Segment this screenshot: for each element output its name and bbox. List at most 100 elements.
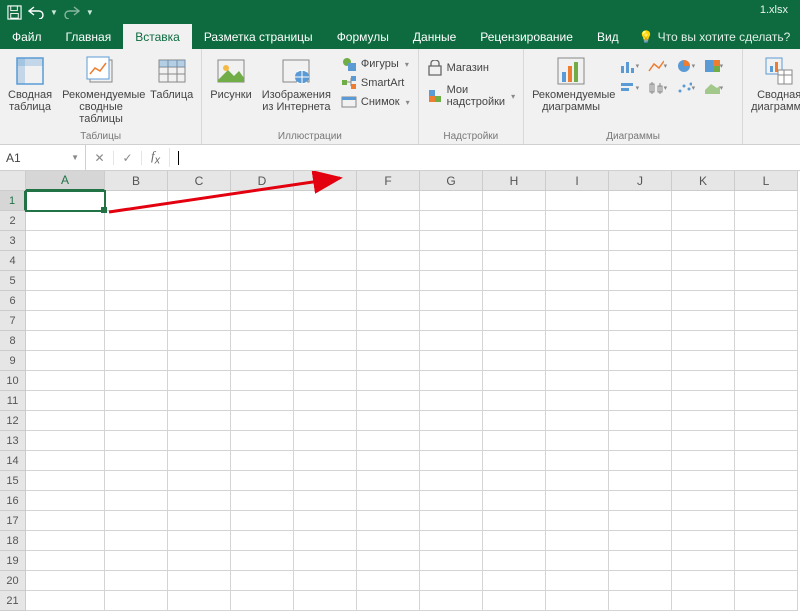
cell[interactable] xyxy=(231,371,294,391)
cell[interactable] xyxy=(609,251,672,271)
cell[interactable] xyxy=(546,471,609,491)
cell[interactable] xyxy=(609,491,672,511)
cell[interactable] xyxy=(105,291,168,311)
cell[interactable] xyxy=(546,491,609,511)
cell[interactable] xyxy=(105,511,168,531)
column-header[interactable]: I xyxy=(546,171,609,191)
cell[interactable] xyxy=(168,411,231,431)
cell[interactable] xyxy=(357,251,420,271)
cell[interactable] xyxy=(357,491,420,511)
cell[interactable] xyxy=(609,291,672,311)
cell[interactable] xyxy=(483,311,546,331)
surface-chart-button[interactable]: ▾ xyxy=(702,79,724,97)
row-header[interactable]: 16 xyxy=(0,491,26,511)
cell[interactable] xyxy=(609,211,672,231)
column-header[interactable]: J xyxy=(609,171,672,191)
cell[interactable] xyxy=(546,511,609,531)
cell[interactable] xyxy=(609,411,672,431)
cell[interactable] xyxy=(294,551,357,571)
cell[interactable] xyxy=(735,551,798,571)
cell[interactable] xyxy=(294,211,357,231)
cell[interactable] xyxy=(357,311,420,331)
cell[interactable] xyxy=(105,191,168,211)
cell[interactable] xyxy=(420,331,483,351)
cell[interactable] xyxy=(546,411,609,431)
cell[interactable] xyxy=(105,531,168,551)
cell[interactable] xyxy=(105,211,168,231)
cell[interactable] xyxy=(105,271,168,291)
scatter-chart-button[interactable]: ▾ xyxy=(674,79,696,97)
cell[interactable] xyxy=(483,411,546,431)
cell[interactable] xyxy=(672,391,735,411)
cell[interactable] xyxy=(420,191,483,211)
cell[interactable] xyxy=(105,371,168,391)
row-header[interactable]: 18 xyxy=(0,531,26,551)
cell[interactable] xyxy=(231,311,294,331)
cell[interactable] xyxy=(26,331,105,351)
cell[interactable] xyxy=(105,591,168,611)
cell[interactable] xyxy=(105,471,168,491)
cell[interactable] xyxy=(168,251,231,271)
column-header[interactable]: A xyxy=(26,171,105,191)
column-chart-button[interactable]: ▾ xyxy=(618,57,640,75)
cell[interactable] xyxy=(483,231,546,251)
cell[interactable] xyxy=(420,471,483,491)
row-header[interactable]: 13 xyxy=(0,431,26,451)
cell[interactable] xyxy=(735,451,798,471)
cell[interactable] xyxy=(609,191,672,211)
cell[interactable] xyxy=(231,211,294,231)
cell[interactable] xyxy=(420,571,483,591)
cell[interactable] xyxy=(420,591,483,611)
cell[interactable] xyxy=(609,331,672,351)
cell[interactable] xyxy=(609,511,672,531)
cell[interactable] xyxy=(357,391,420,411)
row-header[interactable]: 11 xyxy=(0,391,26,411)
column-header[interactable]: B xyxy=(105,171,168,191)
cell[interactable] xyxy=(26,391,105,411)
cell[interactable] xyxy=(483,531,546,551)
cell[interactable] xyxy=(168,191,231,211)
cell[interactable] xyxy=(357,371,420,391)
row-header[interactable]: 20 xyxy=(0,571,26,591)
cell[interactable] xyxy=(483,431,546,451)
row-header[interactable]: 10 xyxy=(0,371,26,391)
cell[interactable] xyxy=(105,231,168,251)
line-chart-button[interactable]: ▾ xyxy=(646,57,668,75)
cell[interactable] xyxy=(26,511,105,531)
row-header[interactable]: 3 xyxy=(0,231,26,251)
cell[interactable] xyxy=(420,491,483,511)
cell[interactable] xyxy=(546,391,609,411)
cell[interactable] xyxy=(105,331,168,351)
formula-input[interactable] xyxy=(170,145,800,170)
row-header[interactable]: 21 xyxy=(0,591,26,611)
cell[interactable] xyxy=(483,491,546,511)
tell-me-search[interactable]: 💡 Что вы хотите сделать? xyxy=(631,24,799,49)
cell[interactable] xyxy=(735,371,798,391)
cell[interactable] xyxy=(672,231,735,251)
cell[interactable] xyxy=(168,571,231,591)
cell[interactable] xyxy=(483,571,546,591)
cell[interactable] xyxy=(546,451,609,471)
cell[interactable] xyxy=(105,551,168,571)
column-header[interactable]: H xyxy=(483,171,546,191)
cell[interactable] xyxy=(294,331,357,351)
cell[interactable] xyxy=(26,491,105,511)
cell[interactable] xyxy=(294,231,357,251)
tab-layout[interactable]: Разметка страницы xyxy=(192,24,325,49)
cell[interactable] xyxy=(357,211,420,231)
cell[interactable] xyxy=(357,551,420,571)
cell[interactable] xyxy=(294,411,357,431)
cell[interactable] xyxy=(735,191,798,211)
cell[interactable] xyxy=(231,331,294,351)
cell[interactable] xyxy=(420,231,483,251)
cell[interactable] xyxy=(672,591,735,611)
tab-view[interactable]: Вид xyxy=(585,24,631,49)
tab-formulas[interactable]: Формулы xyxy=(325,24,401,49)
row-header[interactable]: 17 xyxy=(0,511,26,531)
cell[interactable] xyxy=(546,571,609,591)
cell[interactable] xyxy=(105,411,168,431)
row-header[interactable]: 5 xyxy=(0,271,26,291)
cell[interactable] xyxy=(168,311,231,331)
cell[interactable] xyxy=(483,591,546,611)
row-header[interactable]: 12 xyxy=(0,411,26,431)
